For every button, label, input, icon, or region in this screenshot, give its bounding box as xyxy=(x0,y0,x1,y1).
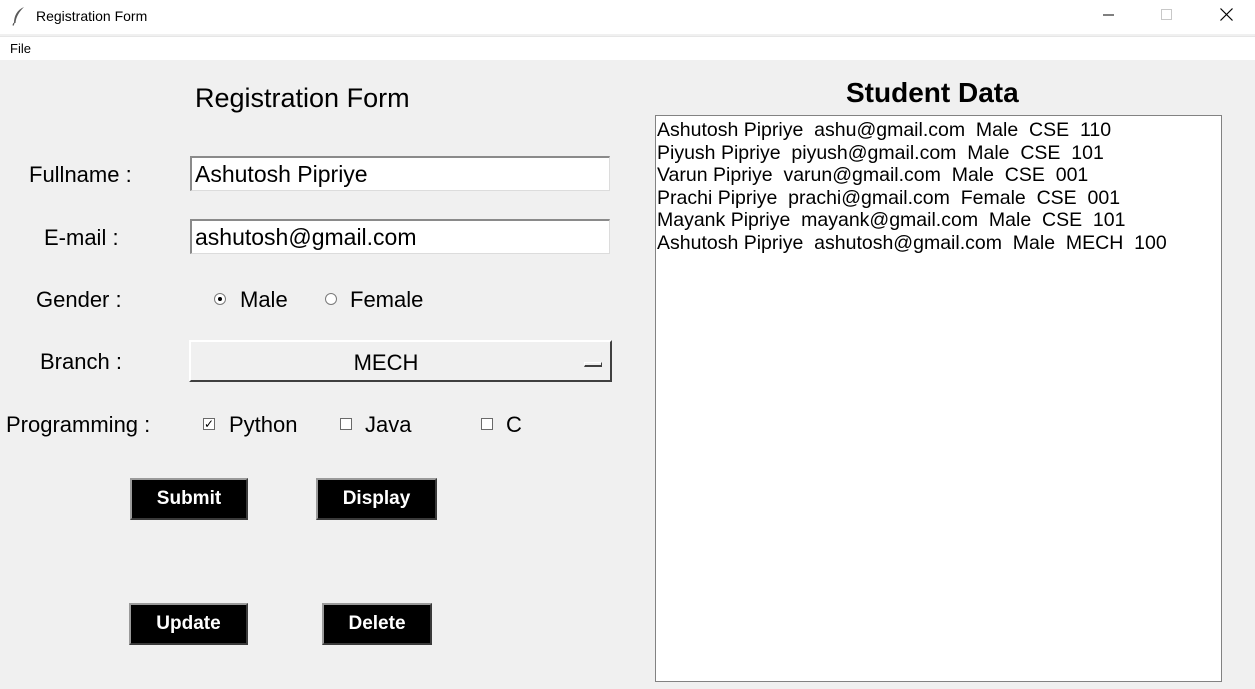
list-item[interactable]: Mayank Pipriye mayank@gmail.com Male CSE… xyxy=(657,209,1220,232)
form-title: Registration Form xyxy=(195,83,410,113)
minimize-icon xyxy=(1103,8,1115,26)
gender-male-label[interactable]: Male xyxy=(240,287,288,313)
programming-label: Programming : xyxy=(6,412,151,437)
java-checkbox[interactable] xyxy=(340,418,352,430)
list-item[interactable]: Prachi Pipriye prachi@gmail.com Female C… xyxy=(657,187,1220,210)
dropdown-indicator-icon xyxy=(584,362,602,367)
c-checkbox[interactable] xyxy=(481,418,493,430)
close-button[interactable] xyxy=(1197,0,1255,34)
student-data-listbox[interactable]: Ashutosh Pipriye ashu@gmail.com Male CSE… xyxy=(655,115,1222,682)
close-icon xyxy=(1219,8,1233,26)
branch-selected-value: MECH xyxy=(353,350,419,375)
minimize-button[interactable] xyxy=(1080,0,1138,34)
menu-bar: File xyxy=(0,36,1255,60)
java-checkbox-label[interactable]: Java xyxy=(365,412,411,438)
delete-button[interactable]: Delete xyxy=(322,603,432,645)
python-checkbox[interactable]: ✓ xyxy=(203,418,215,430)
list-item[interactable]: Ashutosh Pipriye ashutosh@gmail.com Male… xyxy=(657,232,1220,255)
email-input[interactable]: ashutosh@gmail.com xyxy=(190,219,610,254)
email-label: E-mail : xyxy=(44,225,119,250)
list-item[interactable]: Varun Pipriye varun@gmail.com Male CSE 0… xyxy=(657,164,1220,187)
fullname-label: Fullname : xyxy=(29,162,132,187)
update-button[interactable]: Update xyxy=(129,603,248,645)
list-item[interactable]: Ashutosh Pipriye ashu@gmail.com Male CSE… xyxy=(657,119,1220,142)
feather-icon xyxy=(11,6,27,26)
student-data-title: Student Data xyxy=(846,77,1019,108)
submit-button[interactable]: Submit xyxy=(130,478,248,520)
branch-label: Branch : xyxy=(40,349,122,374)
gender-female-radio[interactable] xyxy=(325,293,337,305)
gender-label: Gender : xyxy=(36,287,122,312)
gender-female-label[interactable]: Female xyxy=(350,287,423,313)
fullname-input[interactable]: Ashutosh Pipriye xyxy=(190,156,610,191)
maximize-button[interactable] xyxy=(1138,0,1196,34)
menu-file[interactable]: File xyxy=(10,41,31,56)
display-button[interactable]: Display xyxy=(316,478,437,520)
title-bar: Registration Form xyxy=(0,0,1255,34)
window-title: Registration Form xyxy=(36,8,148,24)
branch-select[interactable]: MECH xyxy=(189,340,612,382)
maximize-icon xyxy=(1161,8,1173,26)
list-item[interactable]: Piyush Pipriye piyush@gmail.com Male CSE… xyxy=(657,142,1220,165)
gender-male-radio[interactable] xyxy=(214,293,226,305)
python-checkbox-label[interactable]: Python xyxy=(229,412,298,438)
c-checkbox-label[interactable]: C xyxy=(506,412,522,438)
